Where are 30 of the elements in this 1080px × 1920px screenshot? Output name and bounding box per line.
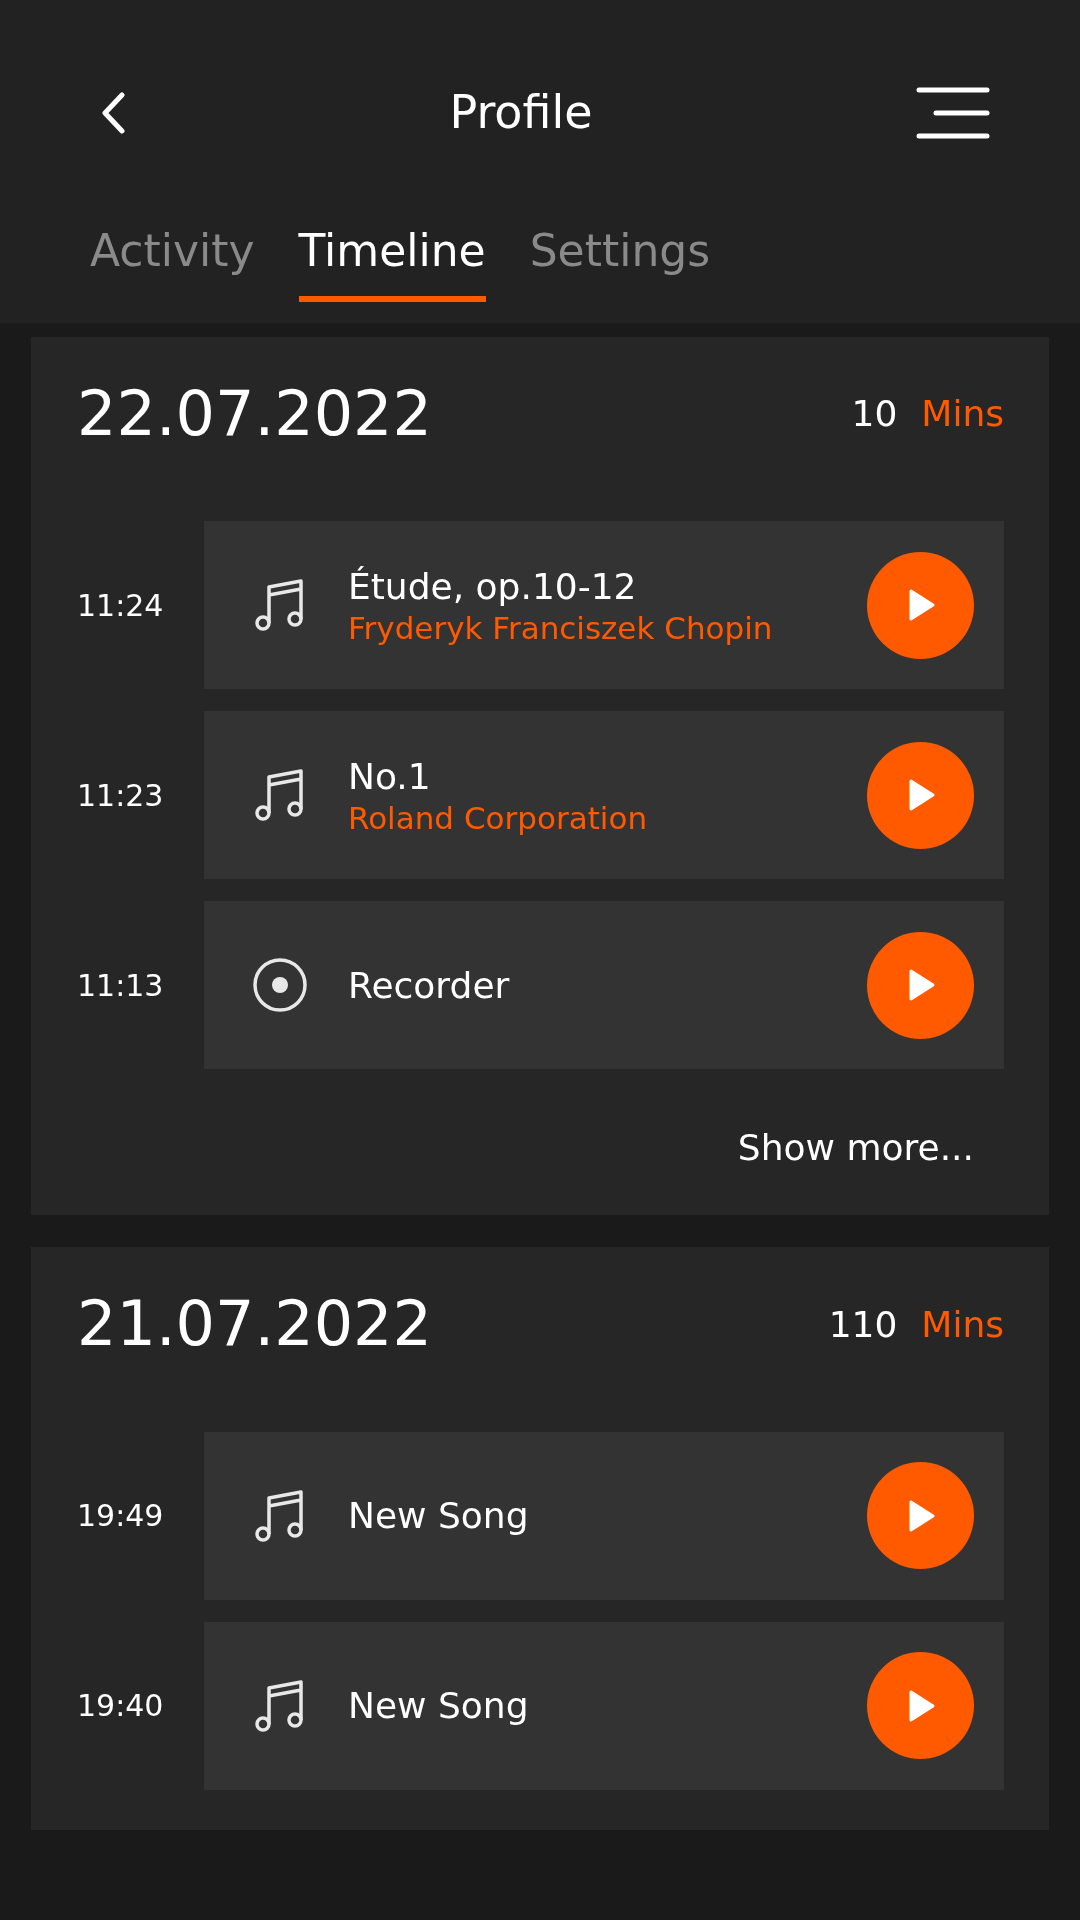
entry-time: 19:40	[77, 1687, 165, 1726]
page-title: Profile	[449, 84, 593, 141]
song-title: No.1	[348, 754, 432, 799]
minutes-value: 10	[851, 392, 898, 437]
timeline-entry[interactable]: New Song	[204, 1431, 1004, 1600]
date-heading: 22.07.2022	[77, 377, 432, 452]
entry-time: 11:23	[77, 776, 165, 815]
artist-name: Fryderyk Franciszek Chopin	[348, 608, 774, 648]
date-heading: 21.07.2022	[77, 1287, 432, 1362]
minutes-value: 110	[828, 1302, 898, 1347]
minutes-unit: Mins	[921, 392, 1004, 437]
song-title: New Song	[348, 1494, 530, 1539]
tab[interactable]: Activity	[90, 225, 255, 302]
entry-time: 19:49	[77, 1497, 165, 1536]
song-title: New Song	[348, 1684, 530, 1729]
back-icon[interactable]	[100, 91, 126, 134]
timeline-entry[interactable]: New Song	[204, 1621, 1004, 1790]
tab[interactable]: Timeline	[298, 225, 486, 302]
minutes-unit: Mins	[921, 1302, 1004, 1347]
show-more-link[interactable]: Show more...	[737, 1121, 974, 1176]
timeline-entry[interactable]: No.1 Roland Corporation	[204, 711, 1004, 880]
timeline-entry[interactable]: Recorder	[204, 901, 1004, 1070]
timeline-entry[interactable]: Étude, op.10-12 Fryderyk Franciszek Chopin	[204, 521, 1004, 690]
song-title: Recorder	[348, 963, 511, 1008]
entry-time: 11:13	[77, 966, 165, 1005]
menu-icon[interactable]	[916, 86, 990, 139]
artist-name: Roland Corporation	[348, 798, 649, 838]
entry-time: 11:24	[77, 586, 165, 625]
tab[interactable]: Settings	[529, 225, 711, 302]
song-title: Étude, op.10-12	[348, 564, 638, 609]
